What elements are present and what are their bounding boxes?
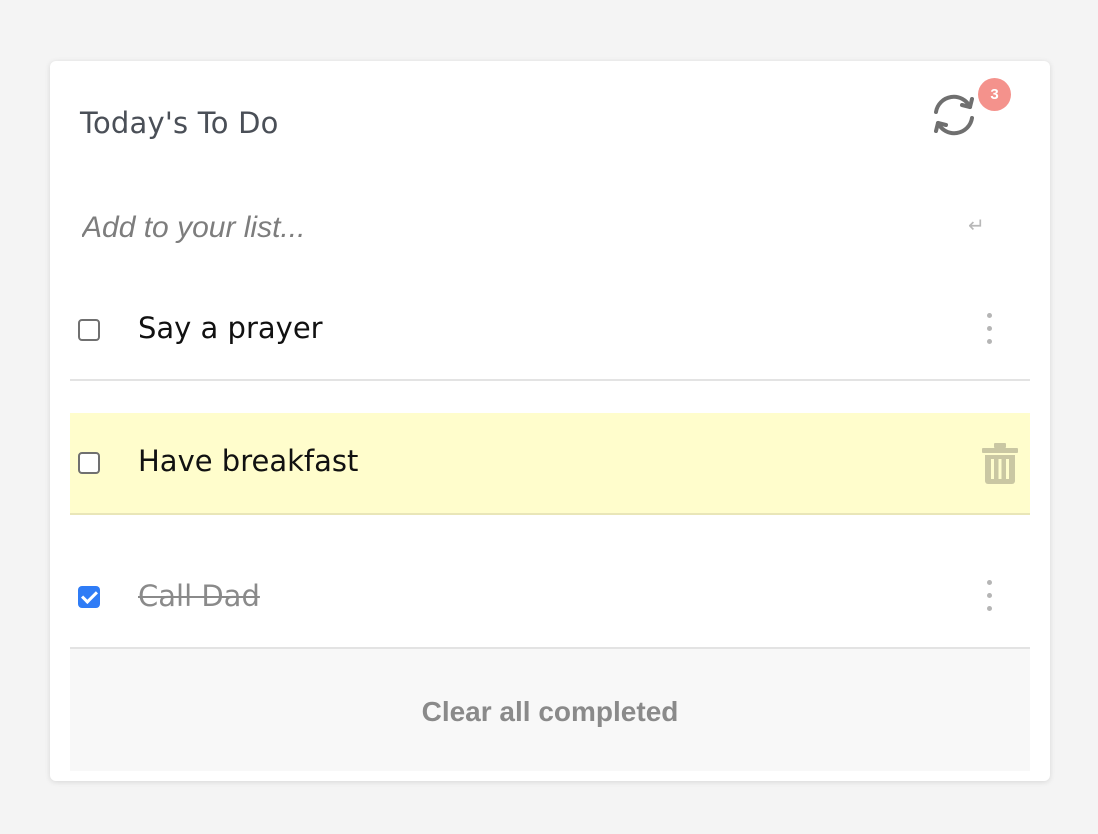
page-title: Today's To Do [80,106,279,140]
todo-item: Say a prayer [70,281,1030,381]
trash-icon[interactable] [982,443,1018,489]
todo-text: Call Dad [138,579,260,613]
todo-checkbox[interactable] [78,452,100,474]
add-item-row: ↵ [70,199,1030,257]
add-item-input[interactable] [70,199,962,257]
notification-badge: 3 [978,78,1011,111]
todo-text: Have breakfast [138,444,359,478]
todo-checkbox-checked[interactable] [78,586,100,608]
todo-text: Say a prayer [138,311,323,345]
todo-card: Today's To Do 3 ↵ Say a prayer Have brea… [50,61,1050,781]
more-vertical-icon[interactable] [978,311,1002,351]
enter-icon[interactable]: ↵ [968,213,985,237]
sync-icon [934,94,974,136]
more-vertical-icon[interactable] [978,578,1002,618]
todo-item-highlighted: Have breakfast [70,413,1030,515]
todo-checkbox[interactable] [78,319,100,341]
clear-completed-button[interactable]: Clear all completed [70,649,1030,771]
sync-button[interactable]: 3 [926,78,1011,138]
todo-item-completed: Call Dad [70,548,1030,649]
